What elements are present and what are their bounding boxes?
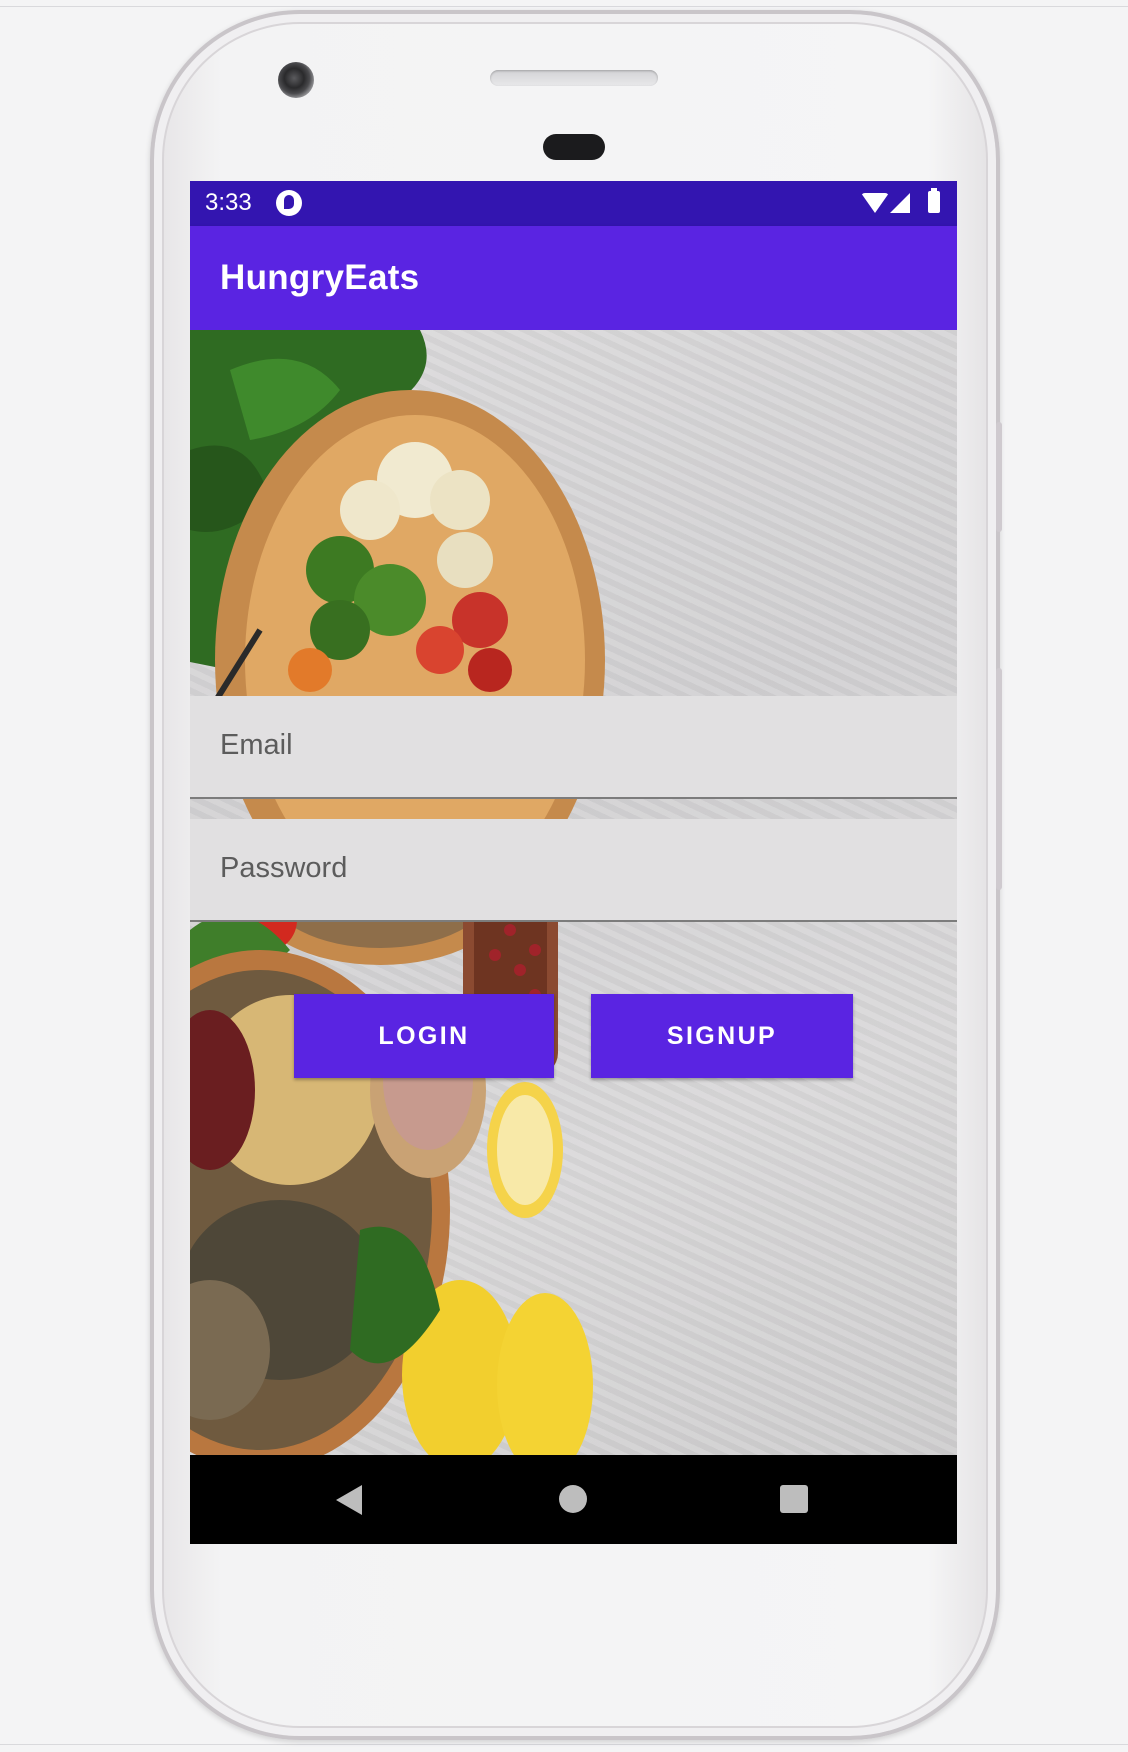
password-placeholder: Password [220,852,348,884]
login-button[interactable]: LOGIN [294,994,554,1078]
battery-icon [928,188,940,213]
device-screen: 3:33 HungryEats Email Password LOGIN SIG… [190,181,957,1544]
home-icon[interactable] [559,1485,587,1513]
navigation-bar [190,1455,957,1544]
wifi-icon [861,193,889,213]
status-time: 3:33 [205,189,252,216]
power-button [996,422,1002,532]
status-bar: 3:33 [190,181,957,226]
email-placeholder: Email [220,729,293,761]
signup-button[interactable]: SIGNUP [591,994,853,1078]
app-bar: HungryEats [190,226,957,330]
app-notification-icon [276,190,302,216]
back-icon[interactable] [336,1485,362,1515]
email-field[interactable]: Email [190,696,957,799]
signal-icon [890,193,910,213]
password-field[interactable]: Password [190,819,957,922]
page-edge-bottom [0,1744,1128,1745]
recents-icon[interactable] [780,1485,808,1513]
proximity-sensor [543,134,605,160]
volume-button [996,668,1002,890]
speaker-grill [490,70,658,86]
app-title: HungryEats [220,258,420,297]
page-edge-top [0,6,1128,7]
front-camera [278,62,314,98]
